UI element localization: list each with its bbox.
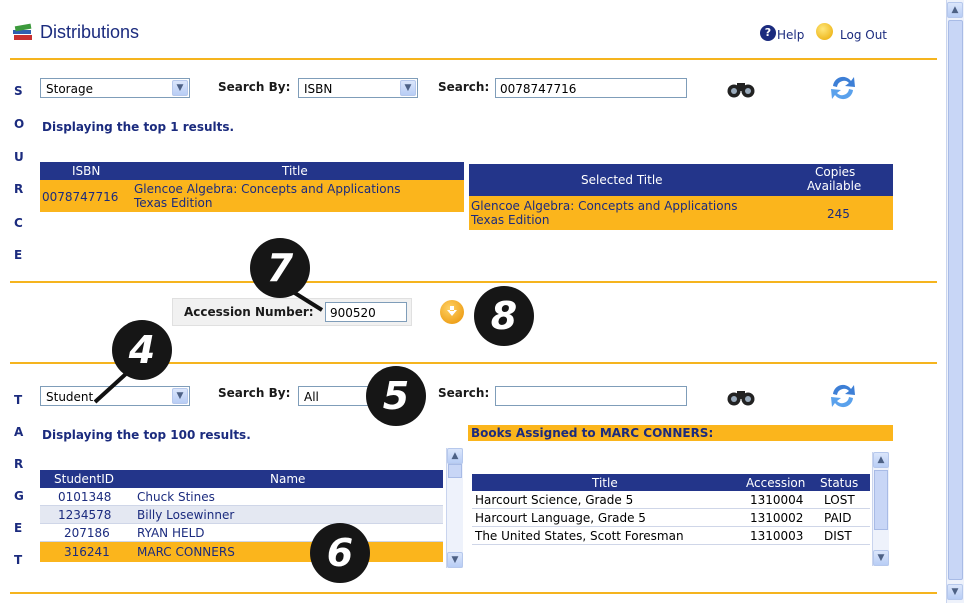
chevron-down-icon: ▼ <box>172 80 188 96</box>
source-results-table: ISBN Title 0078747716 Glencoe Algebra: C… <box>40 162 464 212</box>
students-table-header: StudentID Name <box>40 470 443 488</box>
binoculars-icon[interactable] <box>726 78 756 103</box>
callout-7: 7 <box>250 238 310 298</box>
selected-table-header: Selected Title Copies Available <box>469 164 893 196</box>
source-search-input[interactable]: 0078747716 <box>495 78 687 98</box>
table-row[interactable]: 207186 RYAN HELD <box>40 524 443 542</box>
callout-5: 5 <box>366 366 426 426</box>
students-table: StudentID Name 0101348 Chuck Stines 1234… <box>40 470 443 562</box>
scroll-up-icon[interactable]: ▲ <box>873 452 889 468</box>
callout-4: 4 <box>112 320 172 380</box>
header-divider <box>10 58 937 60</box>
source-search-by-select[interactable]: ISBN ▼ <box>298 78 418 98</box>
accession-label: Accession Number: <box>184 305 314 319</box>
source-table-header: ISBN Title <box>40 162 464 180</box>
chevron-down-icon: ▼ <box>400 80 416 96</box>
target-search-input[interactable] <box>495 386 687 406</box>
scroll-thumb[interactable] <box>448 464 462 478</box>
page-scrollbar[interactable]: ▲ ▼ <box>946 0 964 603</box>
source-location-select[interactable]: Storage ▼ <box>40 78 190 98</box>
books-scrollbar[interactable]: ▲ ▼ <box>872 452 889 566</box>
scroll-down-icon[interactable]: ▼ <box>947 584 963 600</box>
callout-6: 6 <box>310 523 370 583</box>
binoculars-icon[interactable] <box>726 386 756 411</box>
selected-title-row[interactable]: Glencoe Algebra: Concepts and Applicatio… <box>469 196 893 230</box>
scroll-thumb[interactable] <box>948 20 963 580</box>
down-arrow-icon[interactable] <box>440 300 464 324</box>
books-table-header: Title Accession Status <box>472 474 870 491</box>
refresh-icon[interactable] <box>827 72 859 107</box>
students-scrollbar[interactable]: ▲ ▼ <box>446 448 463 568</box>
scroll-up-icon[interactable]: ▲ <box>947 2 963 18</box>
scroll-up-icon[interactable]: ▲ <box>447 448 463 464</box>
target-search-label: Search: <box>438 386 490 400</box>
help-icon[interactable]: ? <box>760 25 776 41</box>
table-row[interactable]: 0101348 Chuck Stines <box>40 488 443 506</box>
table-row[interactable]: 0078747716 Glencoe Algebra: Concepts and… <box>40 180 464 212</box>
source-search-label: Search: <box>438 80 490 94</box>
source-results-text: Displaying the top 1 results. <box>42 120 235 134</box>
refresh-icon[interactable] <box>827 380 859 415</box>
target-type-select[interactable]: Student ▼ <box>40 386 190 406</box>
help-link[interactable]: Help <box>777 28 804 42</box>
source-divider <box>10 281 937 283</box>
table-row[interactable]: The United States, Scott Foresman 131000… <box>472 527 870 545</box>
source-search-by-label: Search By: <box>218 80 291 94</box>
selected-title-table: Selected Title Copies Available Glencoe … <box>469 164 893 230</box>
accession-number-input[interactable]: 900520 <box>325 302 407 322</box>
chevron-down-icon: ▼ <box>172 388 188 404</box>
scroll-down-icon[interactable]: ▼ <box>447 552 463 568</box>
table-row-selected[interactable]: 316241 MARC CONNERS <box>40 542 443 562</box>
scroll-thumb[interactable] <box>874 470 888 530</box>
logout-icon[interactable] <box>816 23 833 40</box>
table-row[interactable]: Harcourt Language, Grade 5 1310002 PAID <box>472 509 870 527</box>
books-table: Title Accession Status Harcourt Science,… <box>472 474 870 545</box>
callout-8: 8 <box>474 286 534 346</box>
table-row[interactable]: Harcourt Science, Grade 5 1310004 LOST <box>472 491 870 509</box>
target-search-by-label: Search By: <box>218 386 291 400</box>
books-assigned-header: Books Assigned to MARC CONNERS: <box>468 425 893 441</box>
scroll-down-icon[interactable]: ▼ <box>873 550 889 566</box>
bottom-divider <box>10 592 937 594</box>
logout-link[interactable]: Log Out <box>840 28 887 42</box>
books-icon <box>12 22 34 42</box>
page-title: Distributions <box>40 22 140 42</box>
table-row[interactable]: 1234578 Billy Losewinner <box>40 506 443 524</box>
target-results-text: Displaying the top 100 results. <box>42 428 251 442</box>
